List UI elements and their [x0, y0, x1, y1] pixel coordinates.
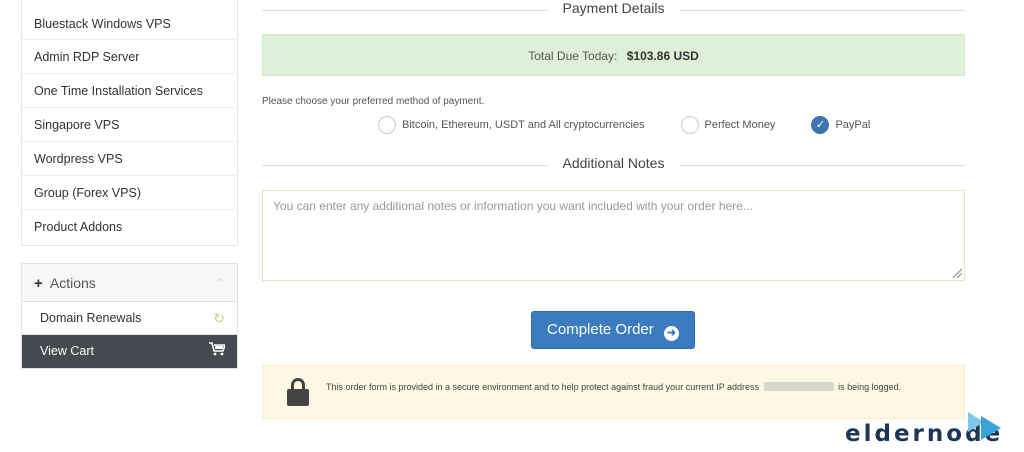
additional-notes-heading: Additional Notes [262, 155, 965, 177]
sidebar-categories: Bluestack Windows VPS Admin RDP Server O… [21, 0, 238, 246]
payment-option-label: Perfect Money [704, 119, 776, 131]
actions-title: Actions [49, 275, 96, 291]
lock-icon [287, 378, 309, 406]
radio-button[interactable] [378, 116, 396, 134]
payment-method-options: Bitcoin, Ethereum, USDT and All cryptocu… [378, 116, 906, 134]
radio-button[interactable] [680, 116, 699, 134]
checkout-page: Bluestack Windows VPS Admin RDP Server O… [0, 0, 1024, 452]
secure-notice: This order form is provided in a secure … [262, 365, 965, 419]
actions-panel: + Actions ⌃ Domain Renewals ↻ View Cart [21, 263, 238, 369]
action-label: Domain Renewals [40, 311, 142, 325]
plus-icon: + [34, 275, 43, 292]
sidebar-item-singapore-vps[interactable]: Singapore VPS [22, 108, 237, 142]
payment-option-crypto[interactable]: Bitcoin, Ethereum, USDT and All cryptocu… [378, 116, 645, 134]
cart-icon [209, 335, 227, 368]
refresh-icon: ↻ [213, 310, 225, 326]
total-label: Total Due Today: [528, 49, 618, 63]
payment-instructions: Please choose your preferred method of p… [262, 96, 485, 107]
payment-option-label: PayPal [835, 119, 871, 131]
payment-details-heading: Payment Details [262, 0, 965, 22]
payment-option-paypal[interactable]: ✓ PayPal [811, 116, 870, 134]
notes-placeholder: You can enter any additional notes or in… [273, 199, 753, 213]
notes-textarea[interactable]: You can enter any additional notes or in… [262, 190, 965, 281]
button-label: Complete Order [547, 321, 654, 338]
sidebar-item-product-addons[interactable]: Product Addons [22, 210, 237, 244]
payment-option-perfect-money[interactable]: Perfect Money [680, 116, 776, 134]
payment-option-label: Bitcoin, Ethereum, USDT and All cryptocu… [402, 119, 645, 131]
sidebar-item-one-time-installation[interactable]: One Time Installation Services [22, 74, 237, 108]
action-view-cart[interactable]: View Cart [22, 335, 237, 368]
complete-order-button[interactable]: Complete Order ➜ [531, 311, 695, 349]
logo-mark-front [981, 416, 1001, 440]
total-value: $103.86 USD [626, 49, 699, 63]
eldernode-logo: eldernode [845, 412, 1005, 452]
sidebar-item-wordpress-vps[interactable]: Wordpress VPS [22, 142, 237, 176]
secure-notice-text: This order form is provided in a secure … [326, 382, 901, 392]
arrow-right-icon: ➜ [663, 326, 679, 341]
resize-handle-icon[interactable] [952, 268, 962, 278]
sidebar-item-admin-rdp-server[interactable]: Admin RDP Server [22, 40, 237, 74]
actions-header[interactable]: + Actions ⌃ [22, 264, 237, 302]
chevron-up-icon[interactable]: ⌃ [215, 264, 225, 302]
sidebar-item-bluestack-windows-vps[interactable]: Bluestack Windows VPS [22, 0, 237, 40]
sidebar-item-group-forex-vps[interactable]: Group (Forex VPS) [22, 176, 237, 210]
action-label: View Cart [40, 344, 94, 358]
section-title: Payment Details [546, 0, 681, 16]
checkmark-icon[interactable]: ✓ [811, 116, 830, 134]
secure-text-after: is being logged. [838, 382, 902, 392]
secure-text-before: This order form is provided in a secure … [326, 382, 760, 392]
main-content: Payment Details Total Due Today: $103.86… [262, 0, 965, 419]
action-domain-renewals[interactable]: Domain Renewals ↻ [22, 302, 237, 335]
redacted-ip [763, 382, 834, 391]
section-title: Additional Notes [546, 155, 681, 171]
total-due-box: Total Due Today: $103.86 USD [262, 34, 965, 76]
